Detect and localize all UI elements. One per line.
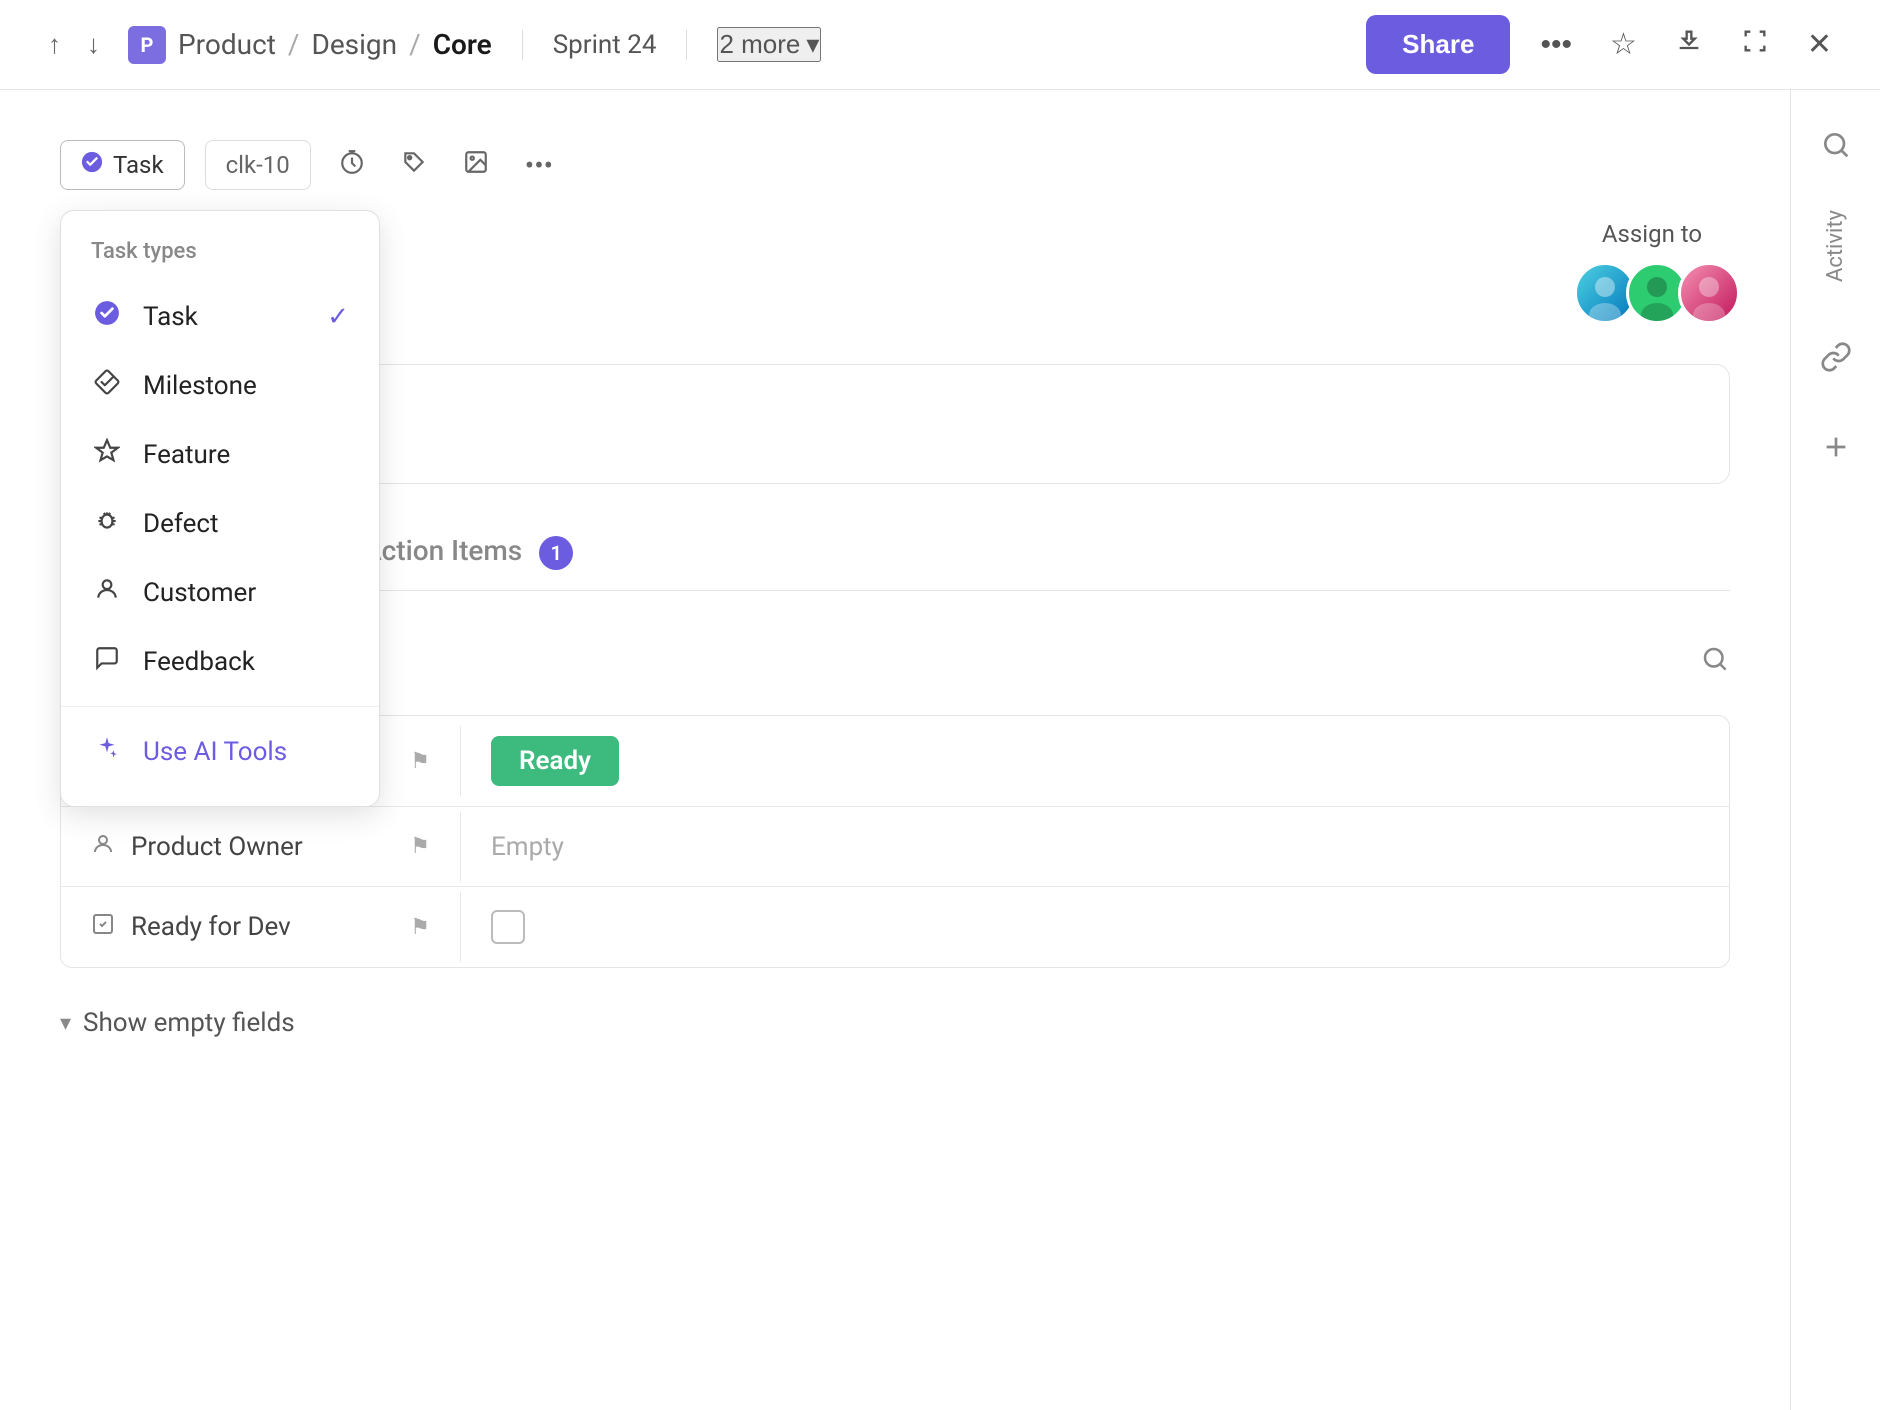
task-bar: Task clk-10 xyxy=(60,140,1730,190)
product-owner-label: Product Owner xyxy=(131,832,303,862)
breadcrumb-sep-2: / xyxy=(409,28,421,61)
dropdown-item-customer[interactable]: Customer xyxy=(61,558,379,627)
ready-for-dev-icon xyxy=(91,912,115,942)
content-area: Task clk-10 xyxy=(0,90,1790,1410)
checkmark-icon: ✓ xyxy=(327,302,349,332)
activity-search-icon[interactable] xyxy=(1811,120,1861,170)
close-button[interactable]: ✕ xyxy=(1799,19,1840,70)
field-value-product-owner[interactable]: Empty xyxy=(461,812,1729,882)
nav-arrows: ↑ ↓ xyxy=(40,21,108,68)
dropdown-feedback-label: Feedback xyxy=(143,647,255,677)
field-label-ready-for-dev: Ready for Dev ⚑ xyxy=(61,892,461,962)
ai-tools-label: Use AI Tools xyxy=(143,737,287,767)
product-owner-icon xyxy=(91,832,115,862)
assign-to-label: Assign to xyxy=(1602,220,1702,248)
chevron-down-small-icon: ▾ xyxy=(60,1011,71,1036)
more-options-button[interactable]: ••• xyxy=(1532,20,1580,70)
main-layout: Task clk-10 xyxy=(0,90,1880,1410)
tab-action-items[interactable]: Action Items 1 xyxy=(363,534,573,590)
dropdown-defect-label: Defect xyxy=(143,509,219,539)
timer-icon[interactable] xyxy=(331,141,373,190)
nav-up-button[interactable]: ↑ xyxy=(40,21,69,68)
task-type-icon xyxy=(91,300,123,333)
product-icon: P xyxy=(128,26,166,64)
dropdown-item-ai[interactable]: Use AI Tools xyxy=(61,717,379,786)
task-type-button[interactable]: Task xyxy=(60,140,185,190)
nav-divider-2 xyxy=(686,30,687,60)
dropdown-title: Task types xyxy=(61,231,379,282)
right-sidebar: Activity xyxy=(1790,90,1880,1410)
feature-icon xyxy=(91,438,123,471)
feedback-icon xyxy=(91,645,123,678)
more-toolbar-icon[interactable]: ••• xyxy=(517,141,561,190)
epd-pin-icon[interactable]: ⚑ xyxy=(410,749,430,774)
avatar-3[interactable] xyxy=(1678,262,1740,324)
breadcrumb-core[interactable]: Core xyxy=(433,28,492,61)
dropdown-item-feedback[interactable]: Feedback xyxy=(61,627,379,696)
sprint-label[interactable]: Sprint 24 xyxy=(553,30,657,60)
task-label: Task xyxy=(113,151,164,179)
ai-sparkle-icon xyxy=(91,735,123,768)
more-button[interactable]: 2 more ▾ xyxy=(717,27,821,62)
dropdown-customer-label: Customer xyxy=(143,578,256,608)
breadcrumb-sep-1: / xyxy=(288,28,300,61)
breadcrumb-design[interactable]: Design xyxy=(311,28,397,61)
link-icon[interactable] xyxy=(1811,332,1861,382)
breadcrumb: P Product / Design / Core xyxy=(128,26,492,64)
resize-button[interactable] xyxy=(1733,19,1777,71)
ready-for-dev-pin-icon[interactable]: ⚑ xyxy=(410,915,430,940)
custom-fields-search-button[interactable] xyxy=(1700,644,1730,682)
product-owner-pin-icon[interactable]: ⚑ xyxy=(410,834,430,859)
dropdown-task-label: Task xyxy=(143,302,198,332)
milestone-icon xyxy=(91,369,123,402)
dropdown-divider xyxy=(61,706,379,707)
ready-for-dev-checkbox[interactable] xyxy=(491,910,525,944)
activity-label: Activity xyxy=(1823,210,1848,282)
ready-for-dev-label: Ready for Dev xyxy=(131,912,291,942)
nav-right: Share ••• ☆ ✕ xyxy=(1366,15,1840,74)
add-icon[interactable] xyxy=(1811,422,1861,472)
dropdown-item-defect[interactable]: Defect xyxy=(61,489,379,558)
download-button[interactable] xyxy=(1667,19,1711,71)
show-empty-fields[interactable]: ▾ Show empty fields xyxy=(60,998,1730,1048)
task-type-dropdown: Task types Task ✓ xyxy=(60,210,380,807)
task-id-badge: clk-10 xyxy=(205,140,311,190)
field-label-product-owner: Product Owner ⚑ xyxy=(61,812,461,882)
tag-icon[interactable] xyxy=(393,141,435,190)
epd-status-badge[interactable]: Ready xyxy=(491,736,619,786)
avatar-group xyxy=(1574,262,1730,324)
defect-icon xyxy=(91,507,123,540)
show-empty-label: Show empty fields xyxy=(83,1008,295,1038)
action-items-badge: 1 xyxy=(539,536,573,570)
dropdown-item-feature[interactable]: Feature xyxy=(61,420,379,489)
field-row-ready-for-dev: Ready for Dev ⚑ xyxy=(61,887,1729,967)
dropdown-milestone-label: Milestone xyxy=(143,371,257,401)
chevron-down-icon: ▾ xyxy=(806,29,819,60)
assign-to-area: Assign to xyxy=(1574,220,1730,324)
tab-action-items-label: Action Items xyxy=(363,534,522,567)
customer-icon xyxy=(91,576,123,609)
field-value-ready-for-dev[interactable] xyxy=(461,890,1729,964)
dropdown-item-milestone[interactable]: Milestone xyxy=(61,351,379,420)
breadcrumb-product[interactable]: Product xyxy=(178,28,276,61)
dropdown-item-task[interactable]: Task ✓ xyxy=(61,282,379,351)
field-row-product-owner: Product Owner ⚑ Empty xyxy=(61,807,1729,887)
dropdown-feature-label: Feature xyxy=(143,440,230,470)
field-value-epd-status[interactable]: Ready xyxy=(461,716,1729,806)
top-nav: ↑ ↓ P Product / Design / Core Sprint 24 … xyxy=(0,0,1880,90)
nav-divider xyxy=(522,30,523,60)
more-label: 2 more xyxy=(719,29,800,60)
task-check-icon xyxy=(81,151,103,179)
image-icon[interactable] xyxy=(455,141,497,190)
product-owner-value: Empty xyxy=(491,832,564,862)
star-button[interactable]: ☆ xyxy=(1602,19,1645,70)
nav-down-button[interactable]: ↓ xyxy=(79,21,108,68)
share-button[interactable]: Share xyxy=(1366,15,1510,74)
